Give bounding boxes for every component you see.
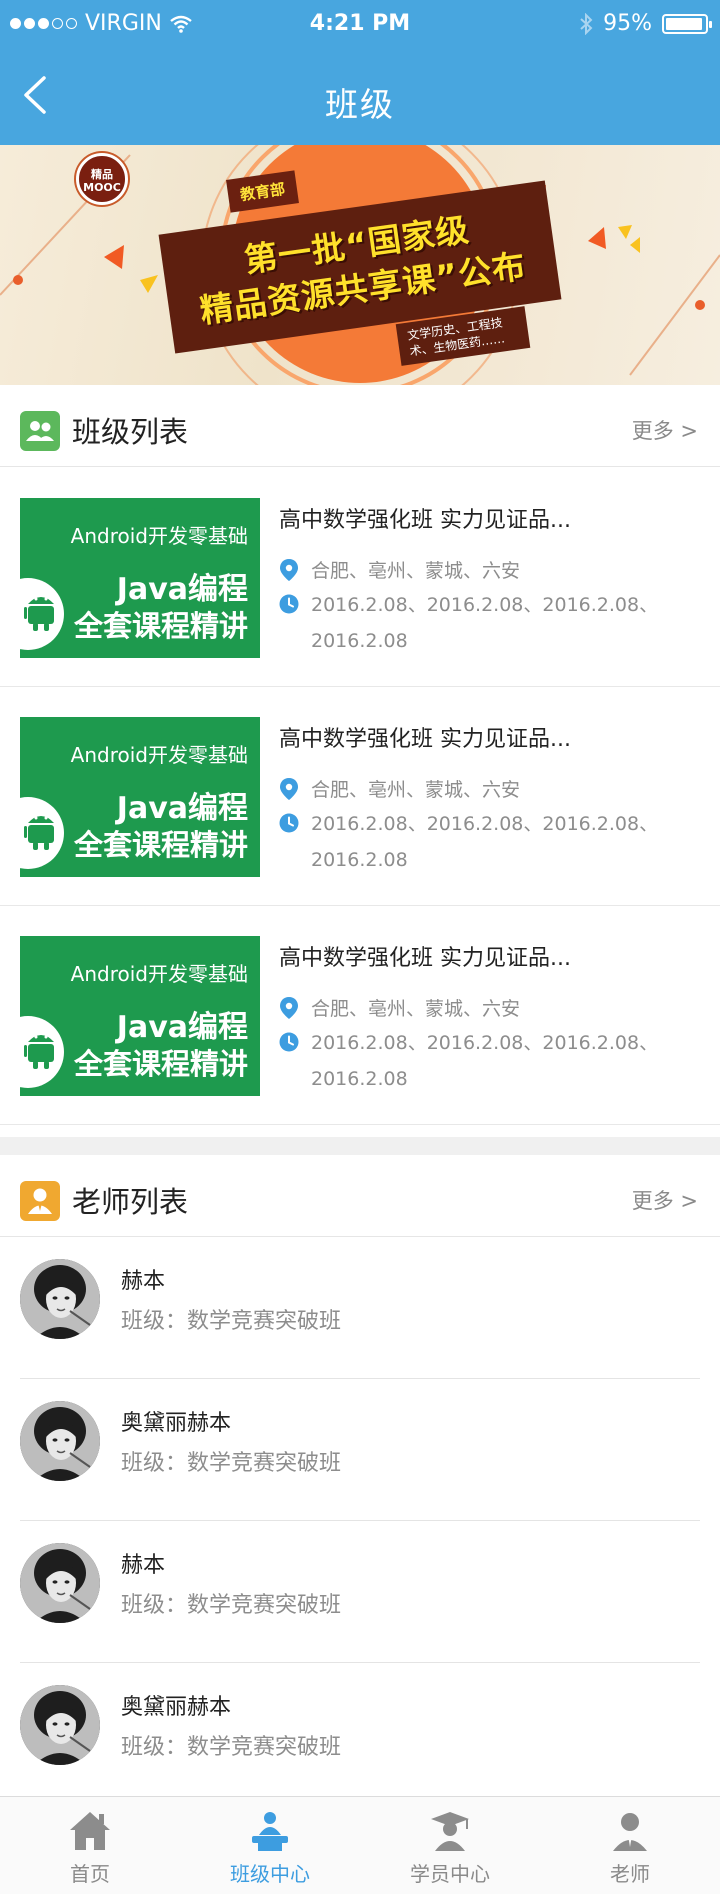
class-section-header: 班级列表 更多 > — [0, 385, 720, 467]
mooc-badge: 精品 MOOC — [76, 153, 128, 205]
thumbnail-heading: Java编程 — [116, 1010, 248, 1045]
android-icon — [24, 1035, 54, 1069]
location-pin-icon — [280, 996, 298, 1019]
class-dates: 2016.2.08、2016.2.08、2016.2.08、2016.2.08 — [279, 813, 691, 878]
teacher-avatar — [20, 1685, 100, 1765]
class-title: 高中数学强化班 实力见证品... — [279, 946, 571, 971]
home-icon — [70, 1812, 110, 1850]
bluetooth-icon — [580, 12, 593, 35]
clock-icon — [279, 1032, 299, 1052]
class-thumbnail: Android开发零基础 Java编程 全套课程精讲 — [20, 498, 260, 658]
battery-icon — [662, 13, 712, 34]
location-pin-icon — [280, 777, 298, 800]
teacher-row[interactable]: 奥黛丽赫本班级：数学竞赛突破班 — [0, 1379, 720, 1521]
class-dates-text: 2016.2.08、2016.2.08、2016.2.08、2016.2.08 — [311, 1032, 659, 1090]
class-location-text: 合肥、亳州、蒙城、六安 — [311, 560, 521, 582]
teacher-section-header: 老师列表 更多 > — [0, 1155, 720, 1237]
teacher-row[interactable]: 赫本班级：数学竞赛突破班 — [0, 1237, 720, 1379]
teacher-section-title: 老师列表 — [72, 1185, 189, 1219]
class-thumbnail: Android开发零基础 Java编程 全套课程精讲 — [20, 717, 260, 877]
status-right: 95% — [579, 11, 712, 36]
android-icon — [24, 597, 54, 631]
tab-label-class-center: 班级中心 — [230, 1862, 310, 1886]
class-title: 高中数学强化班 实力见证品... — [279, 727, 571, 752]
thumbnail-subheading: 全套课程精讲 — [73, 828, 248, 862]
class-dates-text: 2016.2.08、2016.2.08、2016.2.08、2016.2.08 — [311, 594, 659, 652]
class-location-text: 合肥、亳州、蒙城、六安 — [311, 998, 521, 1020]
class-location: 合肥、亳州、蒙城、六安 — [279, 556, 520, 583]
android-icon — [24, 816, 54, 850]
clock-icon — [279, 594, 299, 614]
teacher-name: 奥黛丽赫本 — [121, 1411, 232, 1436]
class-dates: 2016.2.08、2016.2.08、2016.2.08、2016.2.08 — [279, 594, 691, 659]
class-title: 高中数学强化班 实力见证品... — [279, 508, 571, 533]
student-center-icon — [431, 1812, 469, 1851]
teacher-list-icon — [20, 1181, 60, 1221]
promo-banner[interactable]: 精品 MOOC 教育部 第一批“国家级 精品资源共享课”公布 文学历史、工程技术… — [0, 145, 720, 385]
clock-icon — [279, 813, 299, 833]
teacher-name: 赫本 — [121, 1269, 166, 1294]
nav-bar: 班级 — [0, 48, 720, 145]
teacher-avatar — [20, 1259, 100, 1339]
thumbnail-caption: Android开发零基础 — [70, 743, 248, 767]
tab-label-home: 首页 — [70, 1862, 110, 1886]
class-thumbnail: Android开发零基础 Java编程 全套课程精讲 — [20, 936, 260, 1096]
teacher-avatar — [20, 1401, 100, 1481]
thumbnail-heading: Java编程 — [116, 791, 248, 826]
class-section-title: 班级列表 — [72, 415, 189, 449]
thumbnail-subheading: 全套课程精讲 — [73, 1047, 248, 1081]
thumbnail-caption: Android开发零基础 — [70, 524, 248, 548]
location-pin-icon — [280, 558, 298, 581]
teacher-class: 班级：数学竞赛突破班 — [121, 1593, 342, 1618]
class-center-icon — [252, 1812, 288, 1851]
section-divider — [0, 1137, 720, 1155]
thumbnail-caption: Android开发零基础 — [70, 962, 248, 986]
teacher-class: 班级：数学竞赛突破班 — [121, 1451, 342, 1476]
tab-teacher[interactable]: 老师 — [540, 1797, 720, 1894]
teacher-row[interactable]: 赫本班级：数学竞赛突破班 — [0, 1521, 720, 1663]
teacher-name: 奥黛丽赫本 — [121, 1695, 232, 1720]
class-list-icon — [20, 411, 60, 451]
teacher-icon — [613, 1813, 647, 1851]
class-card[interactable]: Android开发零基础 Java编程 全套课程精讲 高中数学强化班 实力见证品...… — [0, 687, 720, 906]
class-dates: 2016.2.08、2016.2.08、2016.2.08、2016.2.08 — [279, 1032, 691, 1097]
top-bar: VIRGIN 4:21 PM 95% 班级 — [0, 0, 720, 145]
thumbnail-heading: Java编程 — [116, 572, 248, 607]
tab-class-center[interactable]: 班级中心 — [180, 1797, 360, 1894]
tab-home[interactable]: 首页 — [0, 1797, 180, 1894]
thumbnail-subheading: 全套课程精讲 — [73, 609, 248, 643]
teacher-name: 赫本 — [121, 1553, 166, 1578]
page-title: 班级 — [325, 85, 395, 124]
class-card[interactable]: Android开发零基础 Java编程 全套课程精讲 高中数学强化班 实力见证品...… — [0, 906, 720, 1125]
teacher-row[interactable]: 奥黛丽赫本班级：数学竞赛突破班 — [0, 1663, 720, 1805]
tab-label-teacher: 老师 — [610, 1862, 650, 1886]
class-location: 合肥、亳州、蒙城、六安 — [279, 775, 520, 802]
class-card[interactable]: Android开发零基础 Java编程 全套课程精讲 高中数学强化班 实力见证品...… — [0, 468, 720, 687]
teacher-class: 班级：数学竞赛突破班 — [121, 1735, 342, 1760]
class-dates-text: 2016.2.08、2016.2.08、2016.2.08、2016.2.08 — [311, 813, 659, 871]
teacher-class: 班级：数学竞赛突破班 — [121, 1309, 342, 1334]
tab-label-student-center: 学员中心 — [410, 1862, 490, 1886]
teacher-avatar — [20, 1543, 100, 1623]
teacher-more-link[interactable]: 更多 > — [632, 1185, 698, 1215]
class-location-text: 合肥、亳州、蒙城、六安 — [311, 779, 521, 801]
status-bar: VIRGIN 4:21 PM 95% — [0, 0, 720, 48]
tab-bar: 首页 班级中心 学员中心 老师 — [0, 1796, 720, 1894]
battery-percent: 95% — [603, 11, 652, 36]
class-location: 合肥、亳州、蒙城、六安 — [279, 994, 520, 1021]
class-more-link[interactable]: 更多 > — [632, 415, 698, 445]
tab-student-center[interactable]: 学员中心 — [360, 1797, 540, 1894]
